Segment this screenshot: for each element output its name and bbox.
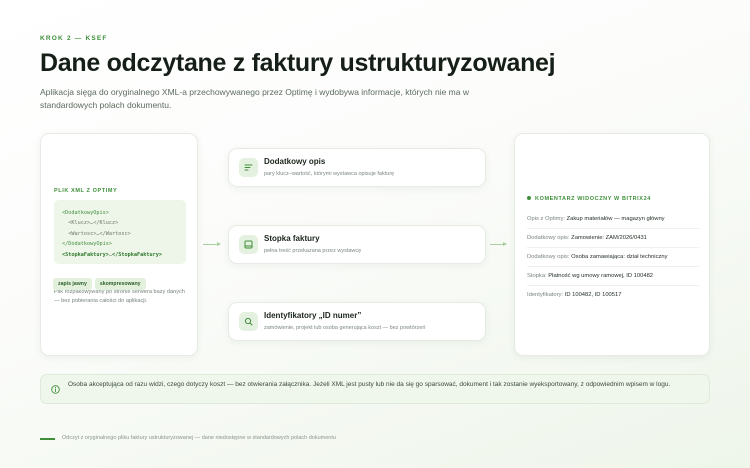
comment-row: Identyfikatory: ID 100482, ID 100517: [527, 286, 699, 304]
comment-row-value: Zamowienie: ZAM/2026/0431: [571, 235, 647, 241]
comment-rows: Opis z Optimy: Zakup materiałów — magazy…: [527, 210, 699, 304]
status-dot-icon: [527, 195, 531, 200]
bitrix-comment-label-text: KOMENTARZ WIDOCZNY W BITRIX24: [535, 196, 651, 202]
badge: zapis jawny: [53, 278, 92, 290]
comment-row-key: Dodatkowy opis:: [527, 254, 570, 260]
extracted-card-invoice-footer: Stopka faktury pełna treść przekazana pr…: [228, 225, 486, 264]
xml-source-note: Plik rozpakowywany po stronie serwera ba…: [54, 289, 185, 304]
comment-row-value: Zakup materiałów — magazyn główny: [566, 216, 665, 222]
comment-row-key: Stopka:: [527, 273, 547, 279]
xml-code-block: <DodatkowyOpis> <Klucz>…</Klucz> <Wartos…: [54, 200, 186, 264]
comment-row: Stopka: Płatność wg umowy ramowej, ID 10…: [527, 267, 699, 286]
footer-caption: Odczyt z oryginalnego pliku faktury ustr…: [62, 435, 336, 441]
code-line: <Wartosc>…</Wartosc>: [68, 230, 131, 237]
extracted-card-additional-description: Dodatkowy opis pary klucz–wartość, który…: [228, 148, 486, 187]
page-subtitle: Aplikacja sięga do oryginalnego XML-a pr…: [40, 87, 469, 110]
comment-row: Dodatkowy opis: Osoba zamawiająca: dział…: [527, 248, 699, 267]
step-eyebrow: KROK 2 — KSEF: [40, 35, 108, 42]
info-banner: Osoba akceptująca od razu widzi, czego d…: [40, 374, 710, 404]
code-line: </DodatkowyOpis>: [62, 241, 112, 248]
extracted-card-desc: pełna treść przekazana przez wystawcę: [264, 248, 362, 254]
comment-row: Opis z Optimy: Zakup materiałów — magazy…: [527, 210, 699, 229]
badge-row: zapis jawny skompresowany: [53, 272, 149, 290]
lines-icon: [239, 158, 258, 177]
arrow-right-icon: [203, 242, 221, 246]
bitrix-comment-label: KOMENTARZ WIDOCZNY W BITRIX24: [527, 195, 651, 202]
comment-row-key: Opis z Optimy:: [527, 216, 566, 222]
badge: skompresowany: [94, 278, 146, 290]
extracted-card-desc: pary klucz–wartość, którymi wystawca opi…: [264, 171, 395, 177]
xml-source-label: PLIK XML Z OPTIMY: [54, 188, 118, 194]
page-title: Dane odczytane z faktury ustrukturyzowan…: [40, 49, 556, 77]
search-icon: [239, 312, 258, 331]
extracted-card-title: Dodatkowy opis: [264, 157, 326, 166]
code-line: <Klucz>…</Klucz>: [68, 220, 119, 227]
extracted-card-desc: zamówienie, projekt lub osoba generująca…: [264, 325, 426, 331]
code-line: <StopkaFaktury>: [62, 251, 109, 258]
code-line: </StopkaFaktury>: [111, 251, 162, 258]
comment-row-value: Płatność wg umowy ramowej, ID 100482: [548, 273, 654, 279]
comment-row-value: ID 100482, ID 100517: [564, 292, 622, 298]
extracted-card-title: Stopka faktury: [264, 234, 320, 243]
info-icon: [51, 385, 60, 394]
comment-row: Dodatkowy opis: Zamowienie: ZAM/2026/043…: [527, 229, 699, 248]
code-line: <DodatkowyOpis>: [62, 210, 109, 216]
xml-source-card: PLIK XML Z OPTIMY <DodatkowyOpis> <Klucz…: [40, 133, 198, 356]
arrow-right-icon: [490, 242, 507, 246]
info-banner-text: Osoba akceptująca od razu widzi, czego d…: [68, 381, 671, 388]
footer-accent-line: [40, 438, 55, 440]
comment-row-value: Osoba zamawiająca: dział techniczny: [571, 254, 668, 260]
document-footer-icon: [239, 235, 258, 254]
extracted-card-identifiers: Identyfikatory „ID numer” zamówienie, pr…: [228, 302, 486, 341]
comment-row-key: Identyfikatory:: [527, 292, 564, 298]
comment-row-key: Dodatkowy opis:: [527, 235, 570, 241]
extracted-card-title: Identyfikatory „ID numer”: [264, 311, 362, 320]
bitrix-comment-card: KOMENTARZ WIDOCZNY W BITRIX24 Opis z Opt…: [514, 133, 710, 356]
